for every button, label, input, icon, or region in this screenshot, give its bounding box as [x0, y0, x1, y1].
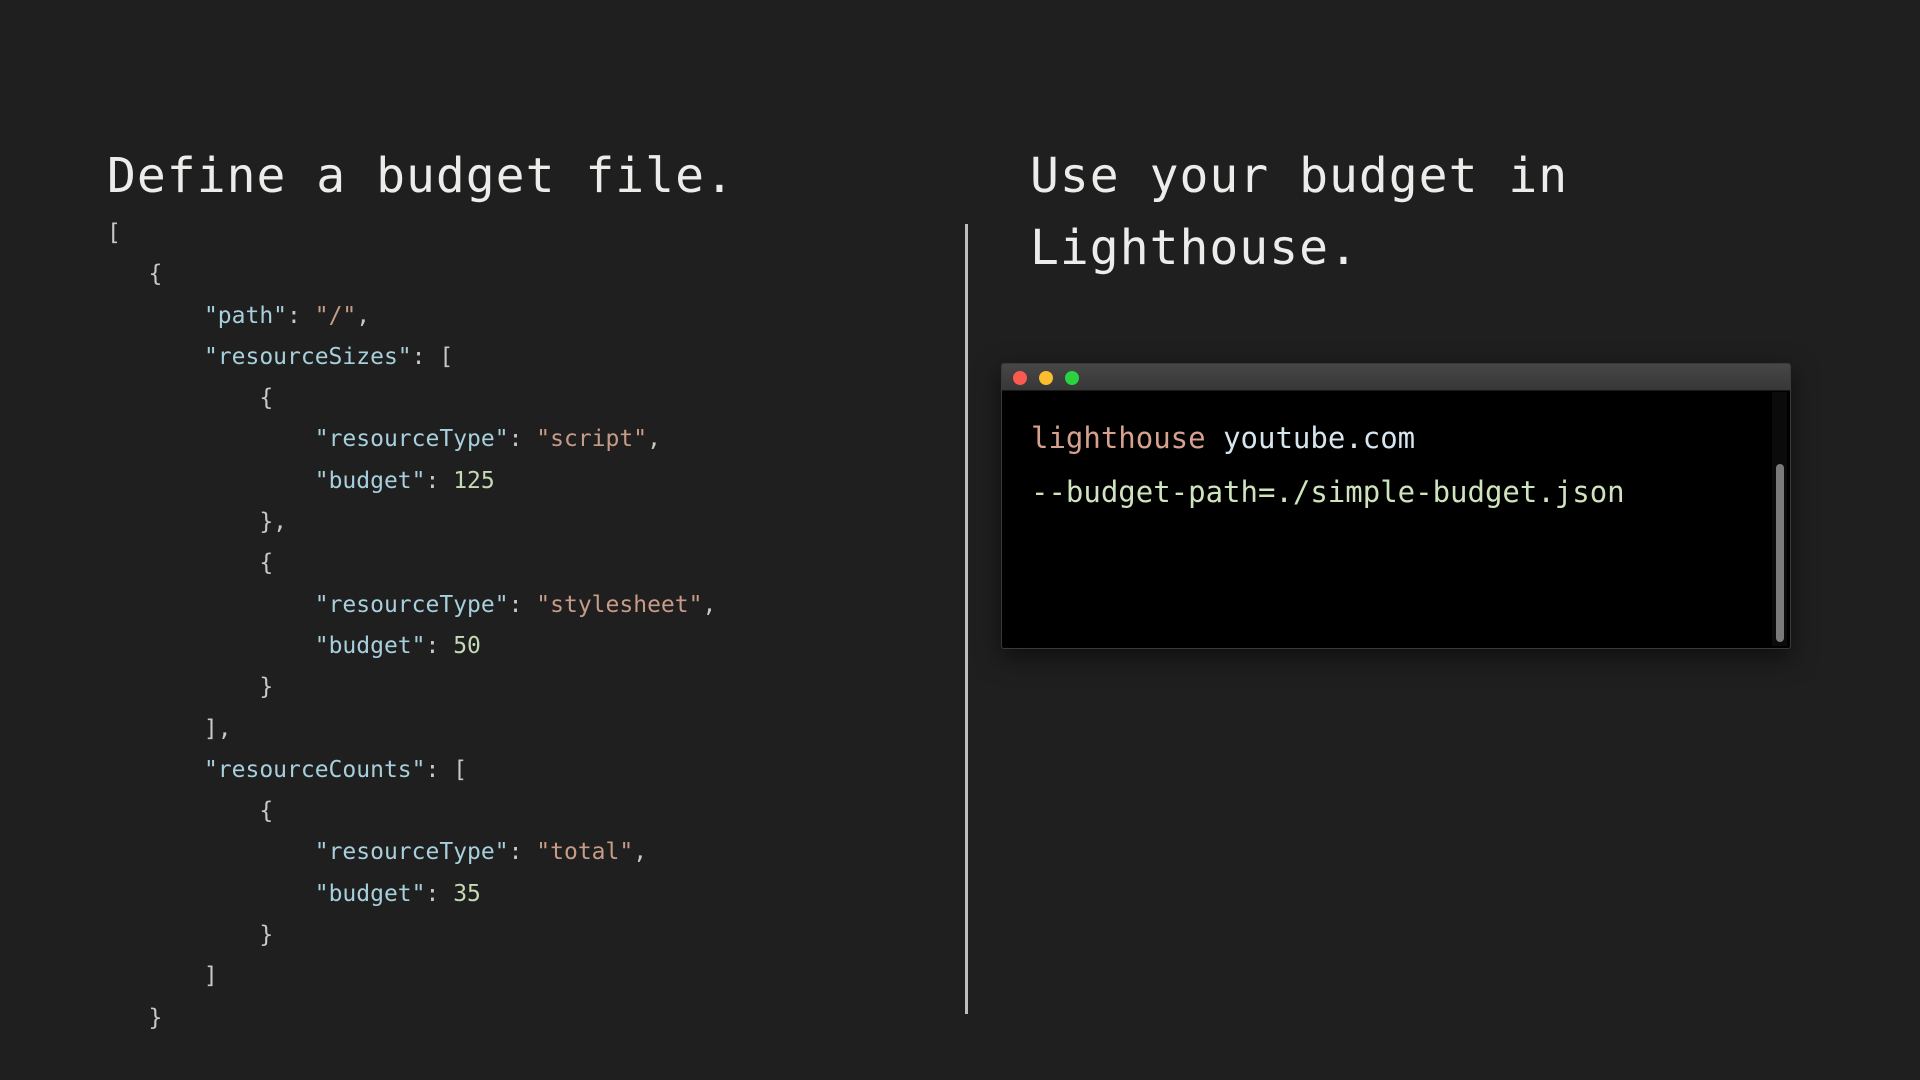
code-line: { — [107, 550, 273, 576]
zoom-window-icon[interactable] — [1065, 371, 1079, 385]
code-token-punc — [107, 839, 315, 865]
code-token-key: "path" — [203, 302, 288, 329]
code-token-punc: { — [107, 385, 274, 412]
code-token-punc: : — [287, 302, 315, 329]
right-heading-line-2: Lighthouse. — [1030, 220, 1359, 276]
code-token-punc — [107, 757, 204, 783]
code-token-punc: : — [508, 426, 537, 453]
code-line: } — [107, 922, 273, 948]
code-token-key: "resourceType" — [314, 591, 509, 618]
code-token-punc: ], — [107, 715, 232, 742]
code-token-punc: } — [107, 1004, 163, 1031]
code-token-num: 35 — [453, 880, 481, 907]
code-line: } — [107, 1004, 163, 1031]
code-line: "path": "/", — [107, 303, 370, 329]
code-token-punc: { — [107, 550, 274, 577]
left-heading: Define a budget file. — [107, 148, 735, 204]
code-token-str: "total" — [536, 839, 634, 866]
minimize-window-icon[interactable] — [1039, 371, 1053, 385]
code-token-punc: : — [425, 632, 454, 659]
code-token-punc — [107, 592, 315, 618]
code-token-num: 50 — [453, 632, 481, 659]
code-token-punc — [107, 881, 315, 907]
code-token-key: "resourceSizes" — [203, 343, 412, 370]
code-token-punc: }, — [107, 509, 288, 536]
code-token-punc: : [ — [411, 343, 454, 370]
terminal-url-argument: youtube.com — [1223, 421, 1416, 455]
code-line: "resourceType": "script", — [107, 426, 661, 452]
code-line: "budget": 35 — [107, 881, 481, 907]
code-token-punc — [107, 303, 204, 329]
code-token-key: "resourceCounts" — [203, 756, 426, 783]
code-token-punc: { — [107, 261, 163, 288]
code-token-punc: { — [107, 798, 274, 825]
code-token-punc — [107, 344, 204, 370]
code-line: { — [107, 261, 163, 288]
terminal-titlebar — [1002, 364, 1790, 391]
code-token-punc — [107, 426, 315, 452]
close-window-icon[interactable] — [1013, 371, 1027, 385]
right-heading: Use your budget in Lighthouse. — [1030, 140, 1790, 284]
code-token-punc: } — [107, 674, 274, 701]
code-line: } — [107, 674, 273, 700]
code-line: [ — [107, 220, 121, 246]
code-token-punc — [107, 633, 315, 659]
terminal-budget-flag: --budget-path=./simple-budget.json — [1031, 475, 1625, 509]
code-line: "budget": 50 — [107, 633, 481, 659]
code-token-punc: ] — [107, 963, 218, 990]
code-token-punc: , — [633, 839, 648, 866]
right-heading-line-1: Use your budget in — [1030, 148, 1569, 204]
code-token-key: "resourceType" — [314, 839, 509, 866]
code-line: "budget": 125 — [107, 468, 495, 494]
terminal-command: lighthouse — [1031, 421, 1206, 455]
code-line: "resourceType": "stylesheet", — [107, 591, 717, 618]
code-line: { — [107, 385, 273, 411]
terminal-output: lighthouse youtube.com --budget-path=./s… — [1031, 411, 1625, 519]
code-token-punc — [107, 468, 315, 494]
vertical-divider — [965, 224, 968, 1014]
code-token-punc: , — [702, 591, 717, 618]
code-line: { — [107, 798, 273, 824]
code-token-punc: , — [647, 426, 661, 453]
code-token-key: "budget" — [314, 467, 426, 494]
code-token-str: "script" — [536, 426, 648, 453]
budget-json-code-block: [ { "path": "/", "resourceSizes": [ { "r… — [107, 213, 716, 1039]
code-token-punc: : — [425, 467, 454, 494]
code-token-punc: : — [508, 839, 537, 866]
code-line: ], — [107, 716, 232, 742]
code-token-punc: : [ — [425, 756, 468, 783]
code-token-punc: [ — [107, 220, 121, 246]
code-token-num: 125 — [453, 467, 495, 494]
terminal-window: lighthouse youtube.com --budget-path=./s… — [1001, 363, 1791, 649]
code-token-key: "budget" — [314, 880, 426, 907]
code-token-key: "resourceType" — [314, 426, 509, 453]
code-line: }, — [107, 509, 287, 535]
code-token-punc: } — [107, 922, 274, 949]
code-token-str: "stylesheet" — [536, 591, 703, 618]
code-token-str: "/" — [314, 302, 357, 329]
terminal-scrollbar-thumb[interactable] — [1776, 464, 1784, 642]
code-line: "resourceCounts": [ — [107, 757, 467, 783]
code-token-punc: , — [356, 302, 371, 329]
code-token-key: "budget" — [314, 632, 426, 659]
code-line: ] — [107, 963, 218, 989]
code-line: "resourceType": "total", — [107, 839, 647, 865]
code-token-punc: : — [425, 880, 454, 907]
code-line: "resourceSizes": [ — [107, 344, 453, 370]
code-token-punc: : — [508, 591, 537, 618]
